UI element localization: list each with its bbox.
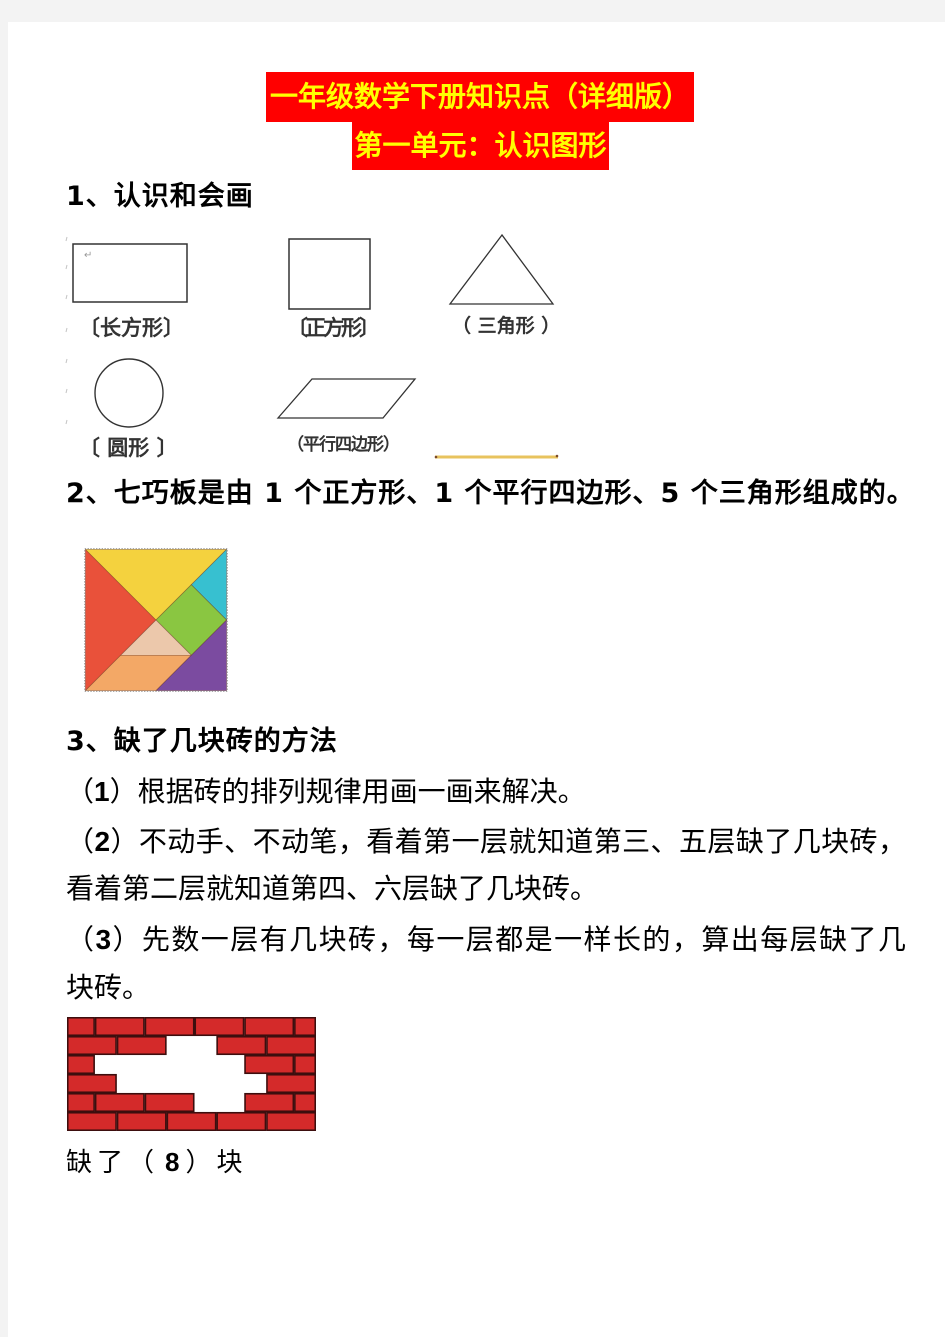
answer-suffix: ）块: [185, 1148, 248, 1178]
method-item-2-continuation: 看着第二层就知道第四、六层缺了几块砖。: [66, 872, 599, 905]
answer-value: 8: [165, 1147, 180, 1177]
parallelogram-shape: [276, 378, 417, 419]
open-paren: （: [66, 923, 96, 956]
open-paren: （: [66, 825, 95, 858]
triangle-shape: [448, 233, 555, 305]
method-item-3-continuation: 块砖。: [66, 971, 151, 1004]
brick: [116, 1035, 167, 1056]
underline-end-dot: [555, 454, 559, 458]
brick: [244, 1054, 295, 1075]
brick: [294, 1054, 316, 1075]
brick: [266, 1073, 316, 1094]
margin-mark: [65, 264, 68, 270]
square-shape: [288, 238, 371, 310]
square-label: 〔正方形〕: [287, 316, 380, 340]
answer-prefix: 缺了（: [66, 1148, 160, 1178]
brick: [144, 1017, 195, 1037]
brick: [216, 1035, 267, 1056]
margin-marks: [65, 236, 68, 425]
item-number: 3: [95, 924, 112, 955]
method-item-1: （1）根据砖的排列规律用画一画来解决。: [66, 772, 586, 812]
tangram-figure: [84, 548, 228, 692]
brick: [216, 1111, 267, 1131]
circle-shape: [94, 358, 164, 428]
item-text: 不动手、不动笔，看着第一层就知道第三、五层缺了几块砖，: [138, 825, 906, 858]
brick: [67, 1035, 117, 1056]
parallelogram-label: （平行四边形）: [287, 435, 400, 455]
brick: [166, 1111, 217, 1131]
brick: [266, 1111, 316, 1131]
method-item-2: （2）不动手、不动笔，看着第一层就知道第三、五层缺了几块砖，: [66, 822, 906, 862]
brick: [67, 1111, 117, 1131]
item-text: 根据砖的排列规律用画一画来解决。: [137, 775, 586, 808]
brick: [144, 1092, 195, 1113]
brick: [266, 1035, 316, 1056]
item-number: 2: [94, 826, 111, 857]
brick: [94, 1092, 145, 1113]
item-number: 1: [94, 776, 110, 807]
margin-mark: [65, 236, 68, 242]
brick: [67, 1054, 95, 1075]
brick: [294, 1017, 316, 1037]
section-3-heading: 3、缺了几块砖的方法: [66, 726, 338, 757]
brick: [116, 1111, 167, 1131]
brick: [94, 1017, 145, 1037]
margin-mark: [65, 419, 68, 425]
item-text: 先数一层有几块砖，每一层都是一样长的，算出每层缺了几: [141, 923, 906, 956]
margin-mark: [65, 327, 68, 333]
circle-label: 〔 圆形 〕: [79, 436, 178, 460]
close-paren: ）: [111, 923, 142, 956]
rectangle-label: 〔长方形〕: [79, 316, 184, 340]
brick: [67, 1017, 95, 1037]
section-2-heading: 2、七巧板是由 1 个正方形、1 个平行四边形、5 个三角形组成的。: [66, 478, 915, 509]
close-paren: ）: [110, 825, 139, 858]
underline-end-dot: [434, 455, 438, 459]
document-title: 一年级数学下册知识点（详细版）: [266, 72, 694, 122]
brick-wall-figure: [67, 1017, 316, 1131]
margin-mark: [65, 388, 68, 394]
method-item-3: （3）先数一层有几块砖，每一层都是一样长的，算出每层缺了几: [66, 920, 906, 960]
open-paren: （: [66, 775, 95, 808]
unit-title: 第一单元：认识图形: [352, 122, 609, 170]
triangle-label: （ 三角形 ）: [452, 315, 561, 337]
margin-mark: [65, 358, 68, 364]
brick: [67, 1073, 117, 1094]
paragraph-return-mark: ↵: [84, 250, 93, 261]
brick: [244, 1017, 295, 1037]
close-paren: ）: [109, 775, 138, 808]
section-1-heading: 1、认识和会画: [66, 181, 254, 212]
missing-bricks-answer: 缺了（ 8 ）块: [66, 1144, 248, 1181]
margin-mark: [65, 294, 68, 300]
brick: [194, 1017, 245, 1037]
brick: [294, 1092, 316, 1113]
brick: [244, 1092, 295, 1113]
brick: [67, 1092, 95, 1113]
